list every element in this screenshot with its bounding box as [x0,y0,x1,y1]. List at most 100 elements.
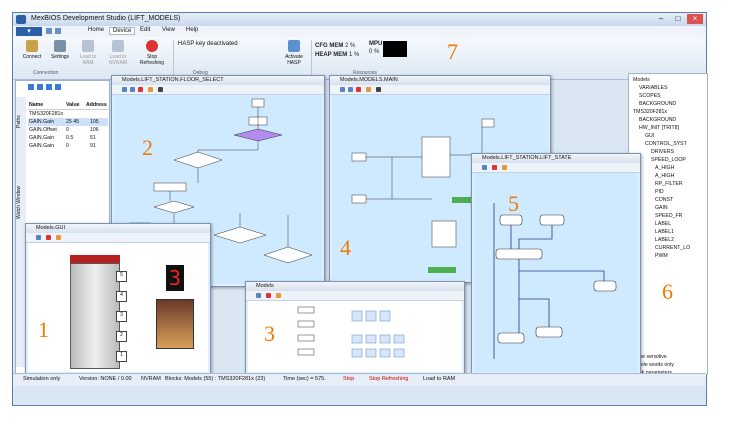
settings-button[interactable]: Settings [47,40,73,68]
tree-item[interactable]: HW_INIT [TRIT8] [639,125,679,131]
cell-name: GAIN.Gain [29,143,55,149]
load-ram-button[interactable]: Load to RAM [75,40,101,68]
status-load-ram-button[interactable]: Load to RAM [423,376,455,382]
header-name[interactable]: Name [29,102,43,108]
window-lift-state[interactable]: Models.LIFT_STATION.LIFT_STATE 5 [471,153,641,375]
menu-view[interactable]: View [159,27,178,33]
undo-icon[interactable] [148,87,153,92]
tree-item[interactable]: BACKGROUND [639,117,676,123]
open-icon[interactable] [55,28,61,34]
floor-button-2[interactable]: 2 [116,331,127,342]
connect-button[interactable]: Connect [19,40,45,68]
tree-item[interactable]: A_HIGH [655,173,674,179]
save-icon[interactable] [46,28,52,34]
status-bar: Simulation only Version: NONE / 0.00 NVR… [13,373,706,386]
gui-canvas[interactable]: 5 4 3 2 1 3 1 [28,243,208,372]
tool-icon[interactable] [122,87,127,92]
table-row[interactable]: GAIN.Offset 0 106 [28,126,108,134]
tree-item[interactable]: Models [633,77,650,83]
tree-item[interactable]: GUI [645,133,654,139]
close-button[interactable]: × [687,14,703,24]
table-row[interactable]: GAIN.Gain 0.5 51 [28,134,108,142]
tool-icon[interactable] [348,87,353,92]
tree-item[interactable]: GAIN [655,205,668,211]
cell-address: 106 [90,127,99,133]
activate-hasp-button[interactable]: Activate HASP [279,40,309,68]
refresh-icon[interactable] [55,84,61,90]
menu-device[interactable]: Device [109,27,136,35]
tree-item[interactable]: A_HIGH [655,165,674,171]
tool-icon[interactable] [482,165,487,170]
minimize-button[interactable]: – [653,14,669,24]
undo-icon[interactable] [502,165,507,170]
shaft-roof [70,255,120,263]
file-menu-button[interactable]: ▾ [16,27,42,36]
arrow-up-icon[interactable] [37,84,43,90]
tool-icon[interactable] [340,87,345,92]
stop-refreshing-button[interactable]: Stop Refreshing [137,40,167,68]
tool-icon[interactable] [256,293,261,298]
tree-item[interactable]: CURRENT_LO [655,245,690,251]
tree-item[interactable]: BACKGROUND [639,101,676,107]
tree-item[interactable]: RP_FILTER [655,181,683,187]
tree-item[interactable]: DRIVERS [651,149,674,155]
tree-item[interactable]: LABEL [655,221,671,227]
tree-item[interactable]: CONTROL_SYST [645,141,687,147]
tool-icon[interactable] [130,87,135,92]
menu-help[interactable]: Help [183,27,201,33]
tree-item[interactable]: SCOPES [639,93,661,99]
delete-icon[interactable] [266,293,271,298]
floor-button-1[interactable]: 1 [116,351,127,362]
status-stop-refreshing-button[interactable]: Stop Refreshing [369,376,408,382]
menu-edit[interactable]: Edit [137,27,153,33]
header-address[interactable]: Address [86,102,107,108]
watch-toolbar [28,84,61,92]
window-toolbar [246,291,464,301]
undo-icon[interactable] [276,293,281,298]
tree-item[interactable]: VARIABLES [639,85,667,91]
maximize-button[interactable]: □ [670,14,686,24]
tree-item[interactable]: TMS320F281x [633,109,667,115]
zoom-icon[interactable] [158,87,163,92]
device-row[interactable]: TMS320F281x [28,110,108,118]
delete-icon[interactable] [492,165,497,170]
table-row[interactable]: GAIN.Gain 0 91 [28,142,108,150]
tab-paths[interactable]: Paths [16,107,26,137]
tool-icon[interactable] [36,235,41,240]
undo-icon[interactable] [366,87,371,92]
window-models[interactable]: Models 3 [245,281,465,375]
delete-icon[interactable] [138,87,143,92]
window-title[interactable]: Models.GUI [26,224,210,233]
floor-button-5[interactable]: 5 [116,271,127,282]
tree-item[interactable]: LABEL1 [655,229,674,235]
callout-1: 1 [38,317,49,342]
arrow-down-icon[interactable] [46,84,52,90]
tree-item[interactable]: SPEED_LOOP [651,157,686,163]
tab-watch-window[interactable]: Watch Window [16,177,26,227]
tree-item[interactable]: LABEL2 [655,237,674,243]
add-icon[interactable] [28,84,34,90]
window-title[interactable]: Models.MODELS.MAIN [330,76,550,85]
undo-icon[interactable] [56,235,61,240]
window-title[interactable]: Models.LIFT_STATION.FLOOR_SELECT [112,76,324,85]
table-row[interactable]: GAIN.Gain 25 45 105 [28,118,108,126]
load-nvram-button[interactable]: Load to NVRAM [105,40,131,68]
status-stop-button[interactable]: Stop [343,376,354,382]
diagram-canvas[interactable]: 5 [474,173,638,372]
zoom-icon[interactable] [376,87,381,92]
floor-button-3[interactable]: 3 [116,311,127,322]
delete-icon[interactable] [356,87,361,92]
tree-item[interactable]: PID [655,189,664,195]
header-value[interactable]: Value [66,102,80,108]
window-title[interactable]: Models [246,282,464,291]
menu-home[interactable]: Home [85,27,107,33]
window-gui[interactable]: Models.GUI 5 4 3 2 1 3 1 [25,223,211,375]
tree-item[interactable]: SPEED_FR [655,213,682,219]
tree-item[interactable]: CONST [655,197,673,203]
diagram-canvas[interactable]: 3 [248,301,462,372]
window-toolbar [472,163,640,173]
tree-item[interactable]: PWM [655,253,668,259]
delete-icon[interactable] [46,235,51,240]
floor-button-4[interactable]: 4 [116,291,127,302]
window-title[interactable]: Models.LIFT_STATION.LIFT_STATE [472,154,640,163]
